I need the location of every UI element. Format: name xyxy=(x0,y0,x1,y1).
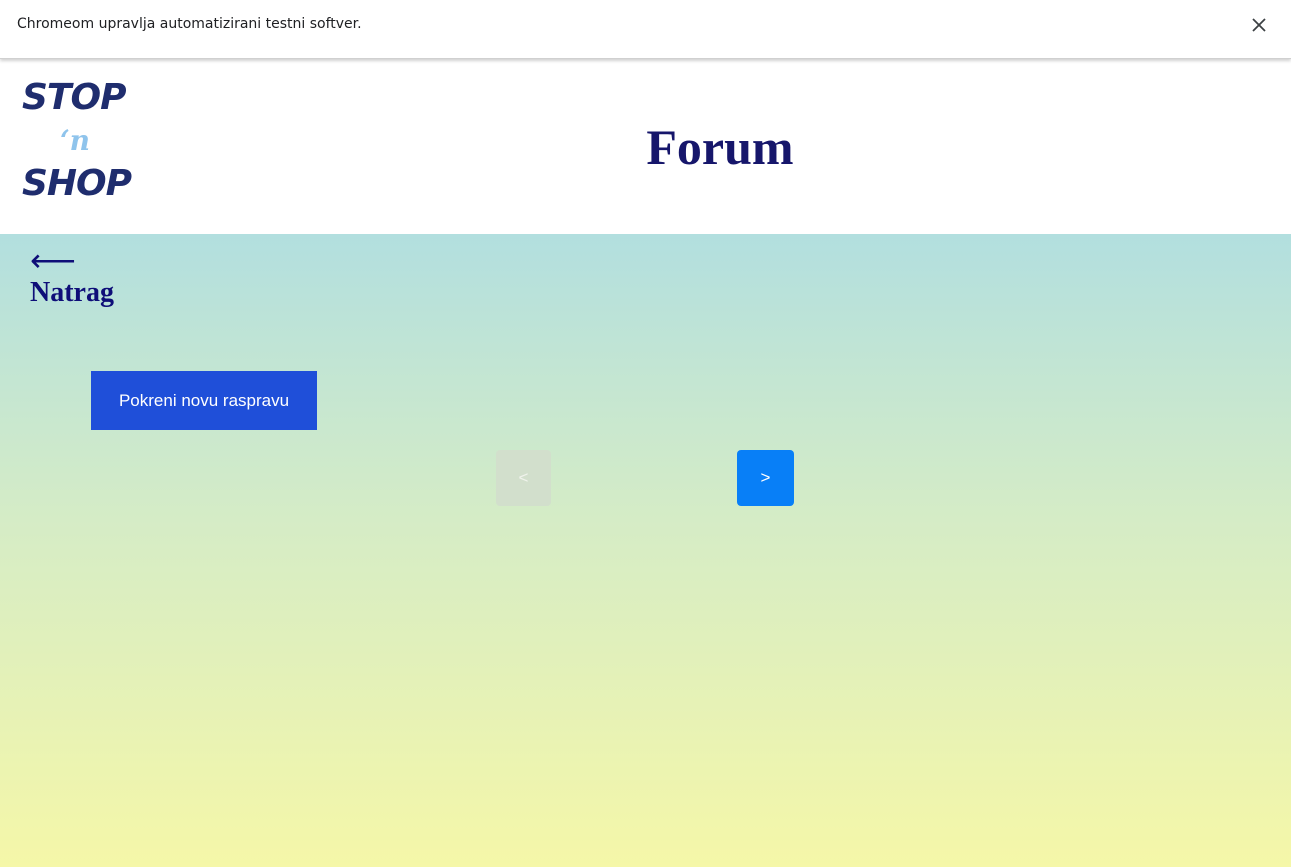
back-link[interactable]: ⟵ Natrag xyxy=(30,244,114,308)
site-header: STOP ‘n SHOP Forum xyxy=(0,59,1291,234)
close-icon[interactable] xyxy=(1249,15,1269,35)
next-page-button[interactable]: > xyxy=(737,450,794,506)
back-arrow-icon: ⟵ xyxy=(30,242,76,278)
automation-infobar: Chromeom upravlja automatizirani testni … xyxy=(0,0,1291,59)
infobar-message: Chromeom upravlja automatizirani testni … xyxy=(17,16,362,32)
back-label: Natrag xyxy=(30,277,114,308)
page-title: Forum xyxy=(646,119,794,175)
previous-page-button[interactable]: < xyxy=(496,450,551,506)
new-thread-button[interactable]: Pokreni novu raspravu xyxy=(91,371,317,430)
forum-main: ⟵ Natrag Pokreni novu raspravu < > xyxy=(0,234,1291,867)
logo-line-stop: STOP xyxy=(22,77,126,118)
